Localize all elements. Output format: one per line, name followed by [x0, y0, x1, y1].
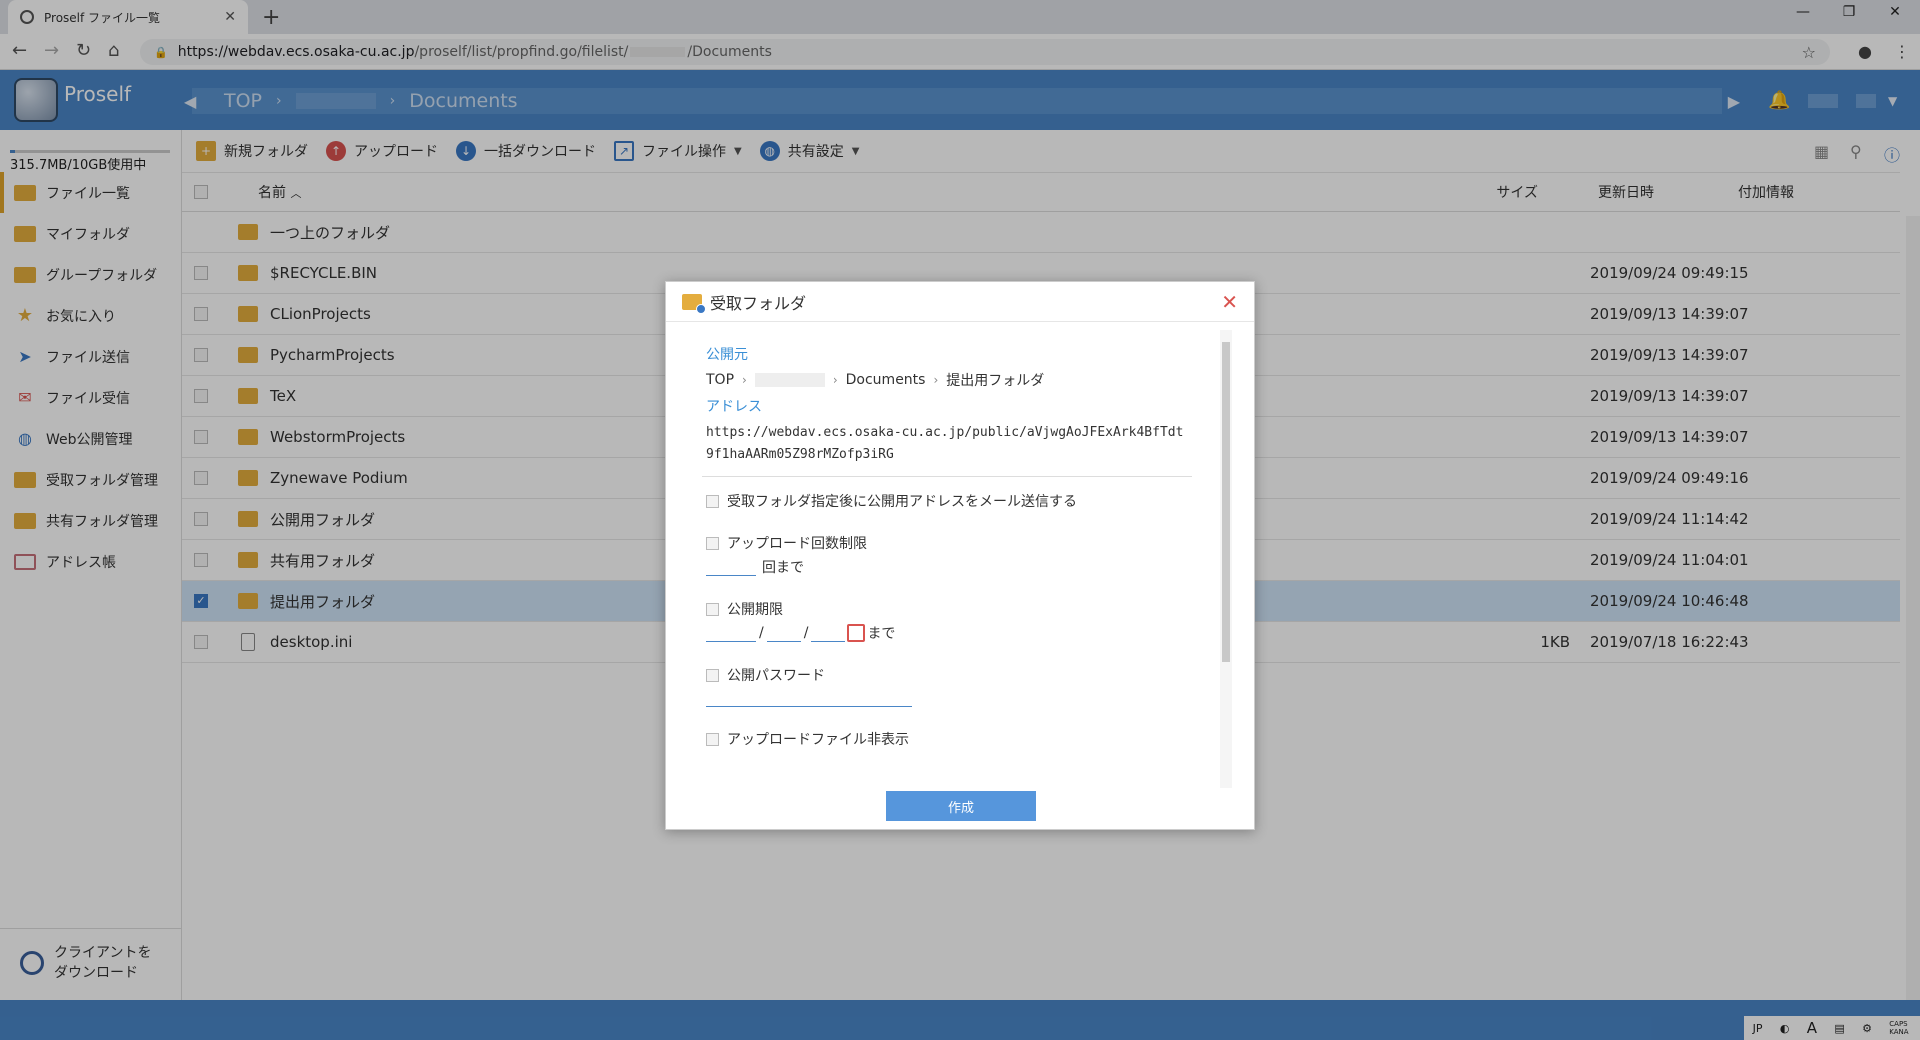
crumb-top: TOP	[706, 372, 735, 388]
mail-option-label: 受取フォルダ指定後に公開用アドレスをメール送信する	[727, 494, 1077, 510]
expiry-checkbox[interactable]	[706, 602, 719, 616]
date-separator: /	[803, 625, 809, 641]
expiry-suffix: まで	[867, 626, 896, 642]
password-input[interactable]	[706, 689, 912, 707]
date-separator: /	[759, 625, 764, 641]
upload-limit-input[interactable]	[706, 558, 756, 576]
close-icon[interactable]: ✕	[1221, 290, 1238, 314]
option-mail: 受取フォルダ指定後に公開用アドレスをメール送信する	[706, 491, 1186, 511]
address-label: アドレス	[706, 399, 762, 415]
upload-limit-label: アップロード回数制限	[727, 536, 867, 552]
redacted-block	[754, 373, 825, 387]
expiry-label: 公開期限	[727, 602, 783, 618]
mail-checkbox[interactable]	[706, 494, 719, 508]
chevron-right-icon: ›	[742, 373, 747, 387]
option-upload-limit: アップロード回数制限	[706, 533, 1186, 553]
dialog-divider	[702, 476, 1192, 477]
expiry-year-input[interactable]	[706, 624, 756, 642]
upload-limit-checkbox[interactable]	[706, 536, 719, 550]
create-button[interactable]: 作成	[886, 791, 1036, 821]
receive-folder-dialog: 受取フォルダ ✕ 公開元 TOP › › Documents › 提出用フォルダ…	[665, 281, 1255, 830]
dialog-header: 受取フォルダ	[666, 282, 1254, 322]
dialog-scroll-thumb[interactable]	[1222, 342, 1230, 662]
dialog-body: 公開元 TOP › › Documents › 提出用フォルダ アドレス htt…	[702, 344, 1192, 753]
crumb-folder: 提出用フォルダ	[946, 373, 1045, 389]
public-address: https://webdav.ecs.osaka-cu.ac.jp/public…	[706, 425, 1184, 462]
password-row	[706, 689, 1186, 707]
dialog-scrollbar[interactable]	[1220, 330, 1232, 788]
chevron-right-icon: ›	[933, 373, 939, 387]
crumb-documents: Documents	[845, 372, 926, 388]
receive-folder-icon	[682, 293, 706, 314]
password-label: 公開パスワード	[727, 668, 825, 684]
calendar-icon[interactable]	[847, 624, 866, 642]
hide-uploads-label: アップロードファイル非表示	[727, 732, 909, 748]
source-breadcrumb: TOP › › Documents › 提出用フォルダ	[706, 370, 1186, 390]
password-checkbox[interactable]	[706, 668, 719, 682]
expiry-row: / / まで	[706, 623, 1186, 643]
hide-uploads-checkbox[interactable]	[706, 732, 719, 746]
option-hide-uploads: アップロードファイル非表示	[706, 729, 1186, 749]
option-expiry: 公開期限	[706, 599, 1186, 619]
upload-limit-row: 回まで	[706, 557, 1186, 577]
option-password: 公開パスワード	[706, 665, 1186, 685]
dialog-title: 受取フォルダ	[710, 293, 807, 313]
expiry-month-input[interactable]	[766, 624, 801, 642]
expiry-day-input[interactable]	[811, 624, 846, 642]
upload-limit-suffix: 回まで	[762, 560, 804, 576]
chevron-right-icon: ›	[832, 373, 838, 387]
source-label: 公開元	[706, 347, 748, 363]
